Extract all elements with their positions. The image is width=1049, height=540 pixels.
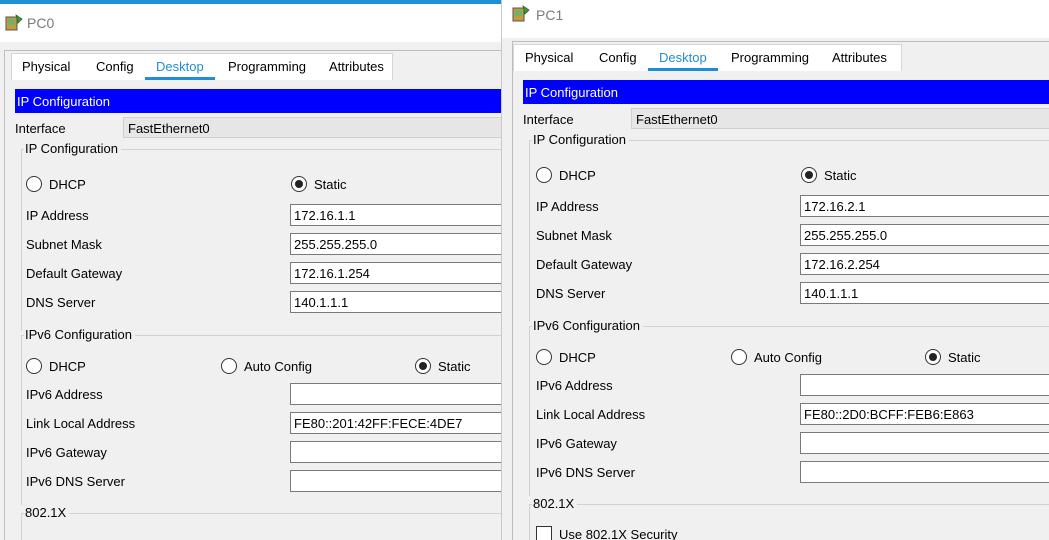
pc1-ip-address-label: IP Address (536, 199, 599, 214)
pc0-dns-server-label: DNS Server (26, 295, 96, 310)
pc0-ip-config-header: IP Configuration (15, 89, 501, 113)
pc1-ipv6-address-label: IPv6 Address (536, 378, 613, 393)
pc1-ipv4-static-label: Static (824, 168, 857, 183)
pc0-ipv6-gateway-label: IPv6 Gateway (26, 445, 107, 460)
pc1-default-gateway-input[interactable]: 172.16.2.254 (800, 253, 1049, 275)
pc1-interface-select[interactable]: FastEthernet0 (631, 108, 1049, 129)
pc0-ipv6-dhcp-radio[interactable] (26, 358, 42, 374)
pc0-ipv4-group: IP Configuration DHCP Static IP Address … (21, 141, 501, 331)
pc0-ipv6-address-input[interactable] (290, 383, 501, 405)
pc1-use-8021x-label: Use 802.1X Security (559, 527, 678, 540)
pc1-tab-config[interactable]: Config (599, 50, 637, 65)
pc1-link-local-input[interactable]: FE80::2D0:BCFF:FEB6:E863 (800, 403, 1049, 425)
pc0-titlebar[interactable]: PC0 (0, 4, 501, 42)
pc0-interface-label: Interface (15, 121, 66, 136)
pc0-ipv6-auto-config-radio[interactable] (221, 358, 237, 374)
pc1-window: PC1 Physical Config Desktop Programming … (501, 0, 1049, 540)
pc1-ipv6-group-title: IPv6 Configuration (532, 318, 643, 333)
pc1-main-panel: Physical Config Desktop Programming Attr… (512, 41, 1049, 540)
pc0-tab-config[interactable]: Config (96, 59, 134, 74)
pc1-ip-address-input[interactable]: 172.16.2.1 (800, 195, 1049, 217)
pc0-subnet-mask-input[interactable]: 255.255.255.0 (290, 233, 501, 255)
pc0-ipv6-dhcp-label: DHCP (49, 359, 86, 374)
pc1-ipv4-group: IP Configuration DHCP Static IP Address … (529, 132, 1049, 322)
pc1-ipv6-dns-label: IPv6 DNS Server (536, 465, 635, 480)
pc0-ipv6-group: IPv6 Configuration DHCP Auto Config Stat… (21, 327, 501, 505)
pc1-tab-desktop[interactable]: Desktop (659, 50, 707, 65)
pc1-interface-label: Interface (523, 112, 574, 127)
pc0-default-gateway-input[interactable]: 172.16.1.254 (290, 262, 501, 284)
pc1-dns-server-label: DNS Server (536, 286, 606, 301)
pc0-tab-physical[interactable]: Physical (22, 59, 70, 74)
pc1-ipv6-dhcp-radio[interactable] (536, 349, 552, 365)
pc1-ipv6-gateway-label: IPv6 Gateway (536, 436, 617, 451)
pc1-ipv6-gateway-input[interactable] (800, 432, 1049, 454)
pc1-ipv4-dhcp-radio[interactable] (536, 167, 552, 183)
pc1-ipv6-auto-config-label: Auto Config (754, 350, 822, 365)
pc0-tab-attributes[interactable]: Attributes (329, 59, 384, 74)
pc1-link-local-label: Link Local Address (536, 407, 646, 422)
pc0-ipv4-dhcp-label: DHCP (49, 177, 86, 192)
pc0-main-panel: Physical Config Desktop Programming Attr… (4, 50, 501, 540)
pc0-ip-address-input[interactable]: 172.16.1.1 (290, 204, 501, 226)
pc1-subnet-mask-input[interactable]: 255.255.255.0 (800, 224, 1049, 246)
pc0-default-gateway-label: Default Gateway (26, 266, 123, 281)
pc-app-icon (5, 14, 23, 31)
pc1-ip-config-header: IP Configuration (523, 80, 1049, 104)
pc0-ipv4-static-radio[interactable] (291, 176, 307, 192)
pc1-subnet-mask-label: Subnet Mask (536, 228, 612, 243)
pc0-tab-bar: Physical Config Desktop Programming Attr… (11, 53, 393, 80)
pc0-tab-desktop[interactable]: Desktop (156, 59, 204, 74)
pc0-dns-server-input[interactable]: 140.1.1.1 (290, 291, 501, 313)
pc1-tab-attributes[interactable]: Attributes (832, 50, 887, 65)
pc1-titlebar[interactable]: PC1 (502, 0, 1049, 38)
pc0-ipv6-dns-label: IPv6 DNS Server (26, 474, 125, 489)
pc1-8021x-group-title: 802.1X (532, 496, 578, 511)
pc1-active-tab-indicator (648, 68, 718, 71)
pc0-ipv6-auto-config-label: Auto Config (244, 359, 312, 374)
pc1-ipv4-static-radio[interactable] (801, 167, 817, 183)
pc0-interface-select[interactable]: FastEthernet0 (123, 117, 501, 138)
pc0-link-local-label: Link Local Address (26, 416, 136, 431)
pc0-8021x-group: 802.1X (21, 505, 501, 540)
pc-app-icon (512, 5, 530, 22)
pc0-ipv6-group-title: IPv6 Configuration (24, 327, 135, 342)
pc0-8021x-group-title: 802.1X (24, 505, 70, 520)
pc0-subnet-mask-label: Subnet Mask (26, 237, 102, 252)
pc1-ip-config-content: IP Configuration Interface FastEthernet0… (523, 80, 1049, 540)
pc0-ipv4-static-label: Static (314, 177, 347, 192)
pc0-ip-config-content: IP Configuration Interface FastEthernet0… (15, 89, 501, 540)
pc1-tab-programming[interactable]: Programming (731, 50, 809, 65)
pc1-use-8021x-checkbox[interactable] (536, 526, 552, 540)
pc0-ipv4-group-title: IP Configuration (24, 141, 121, 156)
pc1-ipv6-auto-config-radio[interactable] (731, 349, 747, 365)
pc1-dns-server-input[interactable]: 140.1.1.1 (800, 282, 1049, 304)
pc1-default-gateway-label: Default Gateway (536, 257, 633, 272)
pc0-active-tab-indicator (145, 77, 215, 80)
pc1-ipv4-dhcp-label: DHCP (559, 168, 596, 183)
pc1-window-title: PC1 (536, 7, 564, 23)
pc1-ipv6-static-radio[interactable] (925, 349, 941, 365)
pc1-8021x-group: 802.1X Use 802.1X Security (529, 496, 1049, 540)
pc1-tab-bar: Physical Config Desktop Programming Attr… (513, 44, 902, 71)
pc0-ipv6-static-label: Static (438, 359, 471, 374)
pc0-tab-programming[interactable]: Programming (228, 59, 306, 74)
pc0-link-local-input[interactable]: FE80::201:42FF:FECE:4DE7 (290, 412, 501, 434)
pc0-ip-address-label: IP Address (26, 208, 89, 223)
pc0-window: PC0 Physical Config Desktop Programming … (0, 0, 501, 540)
pc1-ipv6-address-input[interactable] (800, 374, 1049, 396)
pc0-window-title: PC0 (27, 15, 55, 31)
pc1-ipv4-group-title: IP Configuration (532, 132, 629, 147)
pc1-ipv6-dhcp-label: DHCP (559, 350, 596, 365)
pc1-ipv6-static-label: Static (948, 350, 981, 365)
pc0-ipv4-dhcp-radio[interactable] (26, 176, 42, 192)
pc1-tab-physical[interactable]: Physical (525, 50, 573, 65)
pc0-ipv6-gateway-input[interactable] (290, 441, 501, 463)
pc0-ipv6-address-label: IPv6 Address (26, 387, 103, 402)
pc1-ipv6-dns-input[interactable] (800, 461, 1049, 483)
pc0-ipv6-static-radio[interactable] (415, 358, 431, 374)
pc1-ipv6-group: IPv6 Configuration DHCP Auto Config Stat… (529, 318, 1049, 496)
pc0-ipv6-dns-input[interactable] (290, 470, 501, 492)
